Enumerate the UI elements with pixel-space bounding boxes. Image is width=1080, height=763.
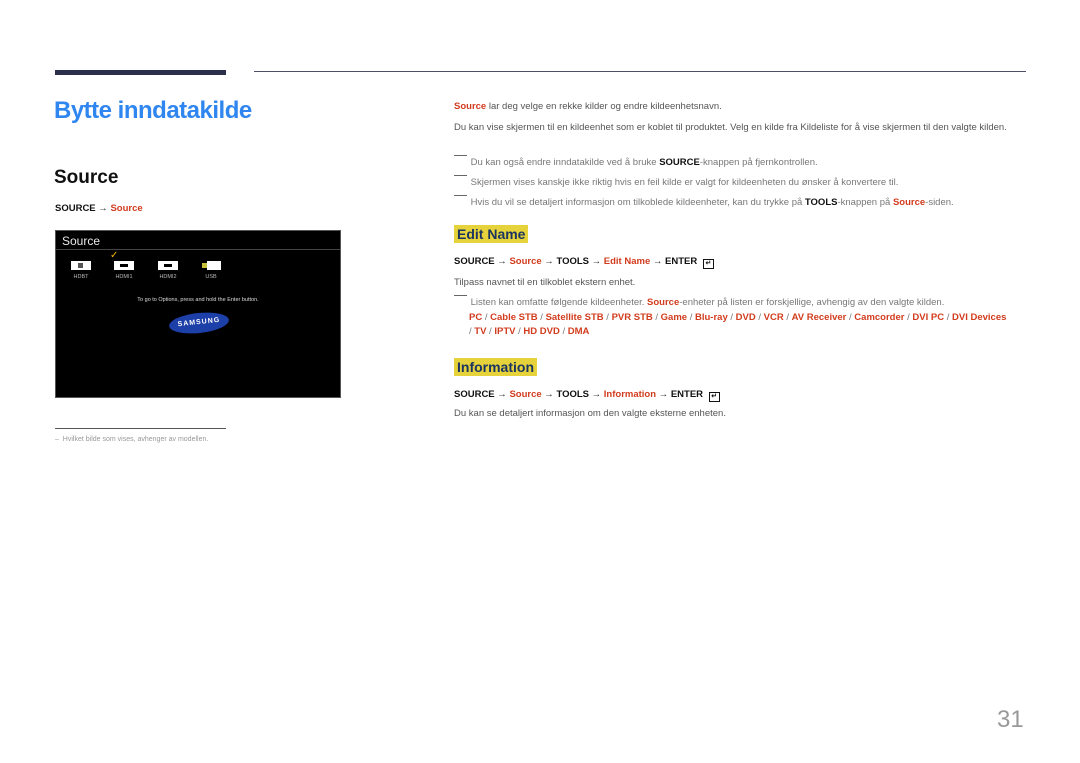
source-item-hdmi2[interactable]: HDMI2 xyxy=(148,261,188,280)
hdmi-port-icon xyxy=(114,261,134,270)
note-item: Hvis du vil se detaljert informasjon om … xyxy=(454,195,954,210)
footnote-rule xyxy=(55,428,226,429)
separator: / xyxy=(783,312,792,323)
device-item: IPTV xyxy=(494,326,516,337)
arrow-icon: → xyxy=(497,256,507,267)
device-item: Blu-ray xyxy=(695,312,728,323)
device-item: Camcorder xyxy=(854,312,905,323)
source-link[interactable]: Source xyxy=(647,297,679,308)
intro-paragraph: Du kan vise skjermen til en kildeenhet s… xyxy=(454,122,1007,133)
device-item: DVI PC xyxy=(912,312,945,323)
arrow-icon: → xyxy=(98,203,108,214)
source-link[interactable]: Source xyxy=(893,197,925,208)
enter-icon: ↵ xyxy=(708,392,720,402)
device-item: Satellite STB xyxy=(545,312,604,323)
source-label: USB xyxy=(205,274,217,280)
separator: / xyxy=(944,312,952,323)
device-item: PC xyxy=(469,312,483,323)
section-heading: Source xyxy=(54,167,119,188)
arrow-icon: → xyxy=(658,389,669,400)
note-item: Skjermen vises kanskje ikke riktig hvis … xyxy=(454,175,898,190)
samsung-logo: SAMSUNG xyxy=(168,309,230,337)
menu-path: SOURCE → Source xyxy=(55,203,143,214)
arrow-icon: → xyxy=(591,389,602,400)
device-item: HD DVD xyxy=(523,326,560,337)
information-path: SOURCE → Source → TOOLS → Information → … xyxy=(454,389,720,402)
note-dash-icon xyxy=(454,155,467,156)
source-label: HDMI2 xyxy=(159,274,177,280)
information-heading: Information xyxy=(454,358,537,377)
source-item-hdbt[interactable]: HDBT xyxy=(61,261,101,280)
header-rule-thick xyxy=(55,70,226,75)
separator: / xyxy=(687,312,695,323)
device-list: PC / Cable STB / Satellite STB / PVR STB… xyxy=(469,311,1009,339)
intro-lead: Source lar deg velge en rekke kilder og … xyxy=(454,101,722,112)
header-rule-thin xyxy=(254,71,1026,72)
separator: / xyxy=(559,326,568,337)
device-item: AV Receiver xyxy=(791,312,847,323)
source-screen-illustration: Source ✓ HDBT HDMI1 HDMI2 USB To go to O… xyxy=(55,230,341,398)
edit-name-heading: Edit Name xyxy=(454,225,529,244)
menu-path-target[interactable]: Source xyxy=(110,203,142,214)
edit-name-note: Listen kan omfatte følgende kildeenheter… xyxy=(454,295,944,310)
page-number: 31 xyxy=(997,706,1024,733)
note-dash-icon xyxy=(454,175,467,176)
note-dash-icon xyxy=(454,195,467,196)
usb-drive-icon xyxy=(202,261,221,270)
arrow-icon: → xyxy=(652,256,663,267)
edit-name-description: Tilpass navnet til en tilkoblet ekstern … xyxy=(454,277,636,288)
enter-icon: ↵ xyxy=(702,259,714,269)
separator: / xyxy=(652,312,661,323)
device-item: DVI Devices xyxy=(952,312,1007,323)
arrow-icon: → xyxy=(544,256,554,267)
device-item: VCR xyxy=(763,312,784,323)
separator: / xyxy=(603,312,612,323)
arrow-icon: → xyxy=(497,389,507,400)
menu-path-root: SOURCE xyxy=(55,203,96,214)
source-item-hdmi1[interactable]: HDMI1 xyxy=(104,261,144,280)
device-item: DVD xyxy=(735,312,756,323)
separator: / xyxy=(727,312,736,323)
device-item: DMA xyxy=(567,326,590,337)
separator: / xyxy=(537,312,546,323)
screen-divider xyxy=(56,249,340,250)
source-link[interactable]: Source xyxy=(454,101,486,112)
dash-icon: – xyxy=(55,436,63,443)
source-label: HDMI1 xyxy=(115,274,133,280)
edit-name-path: SOURCE → Source → TOOLS → Edit Name → EN… xyxy=(454,256,714,269)
separator: / xyxy=(482,312,491,323)
separator: / xyxy=(755,312,764,323)
device-item: Cable STB xyxy=(490,312,538,323)
arrow-icon: → xyxy=(591,256,602,267)
footnote: – Hvilket bilde som vises, avhenger av m… xyxy=(55,436,209,443)
source-item-usb[interactable]: USB xyxy=(191,261,231,280)
ethernet-port-icon xyxy=(71,261,91,270)
arrow-icon: → xyxy=(544,389,554,400)
page-title: Bytte inndatakilde xyxy=(54,97,252,124)
screen-title: Source xyxy=(62,234,101,248)
note-dash-icon xyxy=(454,295,467,296)
checkmark-icon: ✓ xyxy=(110,250,119,261)
hdmi-port-icon xyxy=(158,261,178,270)
device-item: PVR STB xyxy=(611,312,653,323)
information-description: Du kan se detaljert informasjon om den v… xyxy=(454,408,726,419)
device-item: Game xyxy=(660,312,688,323)
note-item: Du kan også endre inndatakilde ved å bru… xyxy=(454,155,818,170)
screen-hint: To go to Options, press and hold the Ent… xyxy=(137,297,259,303)
device-item: TV xyxy=(474,326,487,337)
source-label: HDBT xyxy=(73,274,89,280)
